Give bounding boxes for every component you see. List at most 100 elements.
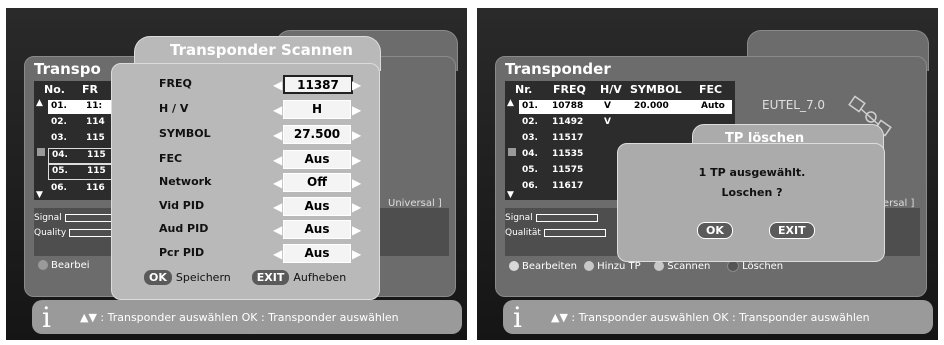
field-value[interactable]: Aus xyxy=(283,150,351,169)
row-fec: Auto xyxy=(701,101,725,111)
delete-button[interactable]: Löschen xyxy=(723,260,784,272)
symbol-field[interactable]: SYMBOL ◀ 27.500 ▶ xyxy=(159,125,374,145)
video-pid-field[interactable]: Vid PID ◀ Aus ▶ xyxy=(159,197,374,217)
arrow-right-icon[interactable]: ▶ xyxy=(352,153,361,167)
row-symbol: 20.000 xyxy=(634,101,669,111)
exit-key: EXIT xyxy=(251,270,290,285)
field-label: Vid PID xyxy=(159,199,205,212)
dialog-footer: OK Speichern EXIT Aufheben xyxy=(144,270,346,285)
scroll-up-icon[interactable]: ▲ xyxy=(36,98,43,108)
color-key-icon xyxy=(584,261,595,271)
field-value[interactable]: Aus xyxy=(283,220,351,239)
field-label: Network xyxy=(159,175,212,188)
scrollbar-thumb[interactable] xyxy=(508,148,516,156)
signal-label: Signal xyxy=(34,213,62,223)
row-hv: V xyxy=(604,117,611,127)
pcr-pid-field[interactable]: Pcr PID ◀ Aus ▶ xyxy=(159,244,374,264)
field-value[interactable]: Aus xyxy=(283,244,351,263)
row-nr: 03. xyxy=(522,133,538,143)
row-freq: 11492 xyxy=(552,117,584,127)
quality-meter: Qualität xyxy=(505,228,606,238)
row-nr: 02. xyxy=(522,117,538,127)
polarization-field[interactable]: H / V ◀ H ▶ xyxy=(159,100,374,120)
info-bar: i ▲▼ : Transponder auswählen OK : Transp… xyxy=(32,300,462,334)
col-freq: FREQ xyxy=(553,83,586,96)
satellite-name: EUTEL_7.0 xyxy=(762,98,826,112)
arrow-left-icon[interactable]: ◀ xyxy=(273,223,282,237)
cancel-label: Aufheben xyxy=(293,271,347,284)
add-tp-button[interactable]: Hinzu TP xyxy=(580,261,641,272)
row-freq: 11617 xyxy=(552,181,584,191)
row-freq: 115 xyxy=(86,133,105,143)
info-icon: i xyxy=(513,301,522,334)
row-nr: 06. xyxy=(522,181,538,191)
info-text: ▲▼ : Transponder auswählen OK : Transpon… xyxy=(80,311,399,324)
arrow-right-icon[interactable]: ▶ xyxy=(352,200,361,214)
arrow-right-icon[interactable]: ▶ xyxy=(352,247,361,261)
scroll-down-icon[interactable]: ▼ xyxy=(36,190,43,200)
field-value[interactable]: 11387 xyxy=(283,75,353,94)
arrow-left-icon[interactable]: ◀ xyxy=(273,153,282,167)
row-no: 05. xyxy=(52,166,68,176)
info-text: ▲▼ : Transponder auswählen OK : Transpon… xyxy=(551,311,870,324)
scrollbar-thumb[interactable] xyxy=(37,148,45,156)
save-button[interactable]: OK Speichern xyxy=(144,270,231,285)
field-value[interactable]: Aus xyxy=(283,197,351,216)
arrow-right-icon[interactable]: ▶ xyxy=(352,223,361,237)
scroll-down-icon[interactable]: ▼ xyxy=(507,190,514,200)
row-nr: 04. xyxy=(522,149,538,159)
quality-label: Qualität xyxy=(505,228,541,238)
color-key-icon xyxy=(509,261,519,271)
field-label: Pcr PID xyxy=(159,246,205,259)
exit-button[interactable]: EXIT xyxy=(769,222,815,239)
ok-button[interactable]: OK xyxy=(697,222,733,239)
arrow-right-icon[interactable]: ▶ xyxy=(352,128,361,142)
arrow-right-icon[interactable]: ▶ xyxy=(352,176,361,190)
fec-field[interactable]: FEC ◀ Aus ▶ xyxy=(159,150,374,170)
dialog-message-line1: 1 TP ausgewählt. xyxy=(698,166,806,179)
row-freq: 116 xyxy=(86,183,105,193)
arrow-left-icon[interactable]: ◀ xyxy=(273,176,282,190)
arrow-left-icon[interactable]: ◀ xyxy=(273,247,282,261)
col-no: No. xyxy=(44,83,65,96)
scroll-up-icon[interactable]: ▲ xyxy=(507,98,514,108)
field-value[interactable]: Off xyxy=(283,173,351,192)
field-label: H / V xyxy=(159,102,189,115)
freq-field[interactable]: FREQ ◀ 11387 ▶ xyxy=(159,75,374,95)
col-fec: FEC xyxy=(699,83,723,96)
edit-button[interactable]: Bearbei xyxy=(34,260,90,271)
row-no: 03. xyxy=(51,133,67,143)
row-no: 02. xyxy=(51,117,67,127)
field-value[interactable]: 27.500 xyxy=(283,125,351,144)
dialog-title: Transponder Scannen xyxy=(170,41,353,59)
lnb-type: Universal ] xyxy=(388,198,442,209)
row-no: 01. xyxy=(51,101,67,111)
arrow-right-icon[interactable]: ▶ xyxy=(352,78,361,92)
dialog-message-line2: Loschen ? xyxy=(721,186,783,199)
col-hv: H/V xyxy=(600,83,622,96)
color-key-icon xyxy=(654,261,665,271)
arrow-right-icon[interactable]: ▶ xyxy=(352,103,361,117)
field-label: SYMBOL xyxy=(159,127,211,140)
table-header: Nr. FREQ H/V SYMBOL FEC xyxy=(505,81,735,98)
arrow-left-icon[interactable]: ◀ xyxy=(273,78,282,92)
edit-button[interactable]: Bearbeiten xyxy=(505,261,577,272)
tv-screen-left: Transpo No. FR ▲ ▼ 01. 11: 02. 114 03. 1… xyxy=(6,8,467,340)
row-freq: 11575 xyxy=(552,165,584,175)
scan-button[interactable]: Scannen xyxy=(650,261,710,272)
signal-label: Signal xyxy=(505,213,533,223)
delete-label: Löschen xyxy=(742,261,784,272)
arrow-left-icon[interactable]: ◀ xyxy=(273,128,282,142)
cancel-button[interactable]: EXIT Aufheben xyxy=(251,270,347,285)
network-field[interactable]: Network ◀ Off ▶ xyxy=(159,173,374,193)
panel-title: Transpo xyxy=(34,60,101,78)
field-value[interactable]: H xyxy=(283,100,351,119)
tv-screen-right: Transponder Nr. FREQ H/V SYMBOL FEC ▲ ▼ … xyxy=(477,8,938,340)
arrow-left-icon[interactable]: ◀ xyxy=(273,200,282,214)
row-freq: 114 xyxy=(86,117,105,127)
list-item[interactable]: 02. 11492 V xyxy=(519,116,707,130)
audio-pid-field[interactable]: Aud PID ◀ Aus ▶ xyxy=(159,220,374,240)
list-item[interactable]: 01. 10788 V 20.000 Auto xyxy=(519,100,732,114)
panel-title: Transponder xyxy=(505,60,611,78)
arrow-left-icon[interactable]: ◀ xyxy=(273,103,282,117)
